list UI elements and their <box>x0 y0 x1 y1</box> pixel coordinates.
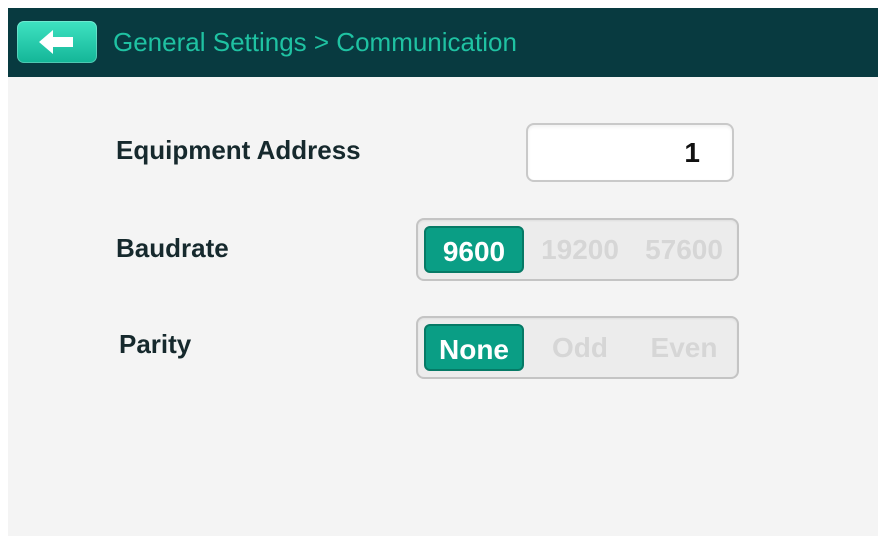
parity-option-odd[interactable]: Odd <box>530 324 630 371</box>
parity-selector: None Odd Even <box>416 316 739 379</box>
page-title: General Settings > Communication <box>113 27 517 57</box>
baudrate-option-19200[interactable]: 19200 <box>530 226 630 273</box>
parity-option-none[interactable]: None <box>424 324 524 371</box>
baudrate-option-9600[interactable]: 9600 <box>424 226 524 273</box>
back-arrow-icon <box>39 30 73 54</box>
equipment-address-label: Equipment Address <box>116 135 361 165</box>
baudrate-label: Baudrate <box>116 233 229 263</box>
parity-option-even[interactable]: Even <box>634 324 734 371</box>
back-button[interactable] <box>17 21 97 63</box>
header-bar: General Settings > Communication <box>8 8 878 77</box>
baudrate-option-57600[interactable]: 57600 <box>634 226 734 273</box>
parity-label: Parity <box>119 329 192 359</box>
equipment-address-field[interactable]: 1 <box>526 123 734 182</box>
baudrate-selector: 9600 19200 57600 <box>416 218 739 281</box>
settings-screen: General Settings > Communication Equipme… <box>8 8 878 536</box>
